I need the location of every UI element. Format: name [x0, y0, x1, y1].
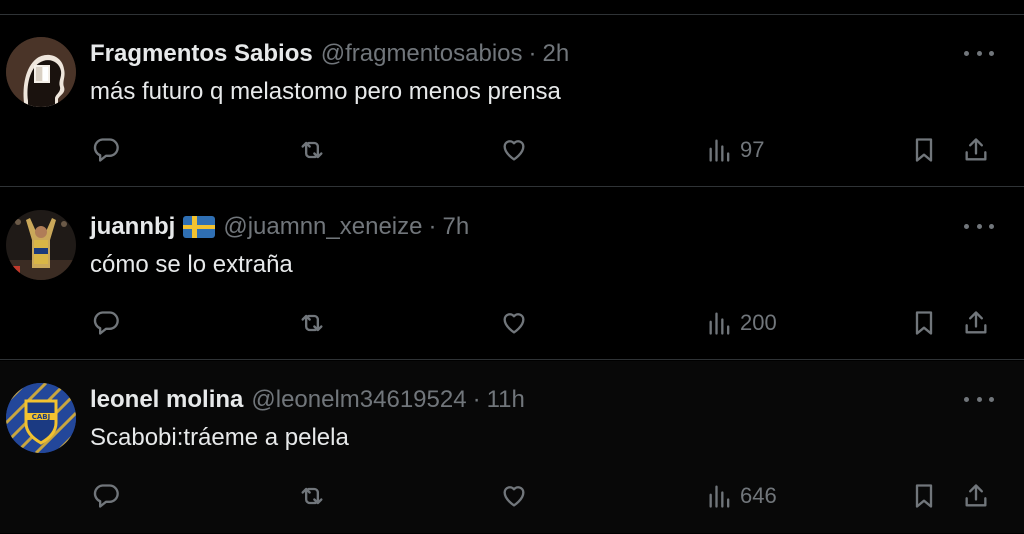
avatar[interactable]	[6, 37, 76, 107]
repost-icon	[301, 487, 323, 505]
reply-icon	[93, 138, 119, 162]
timestamp[interactable]: 2h	[543, 40, 570, 68]
repost-button[interactable]	[298, 479, 326, 513]
repost-icon	[301, 314, 323, 332]
divider	[0, 359, 1024, 360]
tweet-header: juannbj @juamnn_xeneize · 7h	[90, 210, 469, 244]
views-chart-icon	[709, 139, 730, 162]
share-icon	[965, 484, 987, 507]
svg-text:CABJ: CABJ	[32, 413, 51, 421]
bookmark-icon	[915, 311, 933, 335]
tweet-text: Scabobi:tráeme a pelela	[90, 424, 349, 451]
display-name[interactable]: Fragmentos Sabios	[90, 40, 313, 68]
share-icon	[965, 138, 987, 161]
view-count: 97	[740, 137, 765, 162]
bookmark-button[interactable]	[910, 479, 938, 513]
football-player-photo	[6, 210, 76, 280]
tweet-header: leonel molina @leonelm34619524 · 11h	[90, 383, 525, 417]
tweet-text: más futuro q melastomo pero menos prensa	[90, 78, 561, 105]
heart-icon	[503, 313, 525, 334]
reply-button[interactable]	[92, 133, 120, 167]
more-options-icon[interactable]	[964, 45, 994, 61]
timestamp[interactable]: 7h	[442, 213, 469, 241]
repost-button[interactable]	[298, 306, 326, 340]
avatar[interactable]: CABJ	[6, 383, 76, 453]
view-count: 646	[740, 483, 777, 508]
separator-dot: ·	[528, 40, 537, 67]
reply-button[interactable]	[92, 306, 120, 340]
more-options-icon[interactable]	[964, 391, 994, 407]
views-button[interactable]: 646	[706, 479, 777, 513]
share-button[interactable]	[962, 306, 990, 340]
views-chart-icon	[709, 485, 730, 508]
share-button[interactable]	[962, 133, 990, 167]
avatar[interactable]	[6, 210, 76, 280]
views-chart-icon	[709, 312, 730, 335]
divider	[0, 186, 1024, 187]
user-handle[interactable]: @leonelm34619524	[251, 386, 466, 414]
profile-silhouette-window-icon	[6, 37, 76, 107]
timestamp[interactable]: 11h	[487, 386, 525, 414]
timeline-feed: Fragmentos Sabios @fragmentosabios · 2h …	[0, 0, 1024, 534]
tweet[interactable]: CABJ leonel molina @leonelm34619524 · 11…	[0, 361, 1024, 533]
bookmark-icon	[915, 138, 933, 162]
separator-dot: ·	[428, 213, 437, 240]
bookmark-button[interactable]	[910, 133, 938, 167]
user-handle[interactable]: @juamnn_xeneize	[223, 213, 422, 241]
views-button[interactable]: 97	[706, 133, 764, 167]
views-button[interactable]: 200	[706, 306, 777, 340]
repost-button[interactable]	[298, 133, 326, 167]
tweet[interactable]: juannbj @juamnn_xeneize · 7h cómo se lo …	[0, 188, 1024, 360]
separator-dot: ·	[472, 386, 481, 413]
more-options-icon[interactable]	[964, 218, 994, 234]
like-button[interactable]	[500, 306, 528, 340]
reply-icon	[93, 484, 119, 508]
reply-button[interactable]	[92, 479, 120, 513]
view-count: 200	[740, 310, 777, 335]
heart-icon	[503, 140, 525, 161]
user-handle[interactable]: @fragmentosabios	[321, 40, 523, 68]
heart-icon	[503, 486, 525, 507]
bookmark-button[interactable]	[910, 306, 938, 340]
tweet-text: cómo se lo extraña	[90, 251, 293, 278]
repost-icon	[301, 141, 323, 159]
tweet[interactable]: Fragmentos Sabios @fragmentosabios · 2h …	[0, 15, 1024, 187]
share-button[interactable]	[962, 479, 990, 513]
cabj-crest-logo: CABJ	[6, 383, 76, 453]
reply-icon	[93, 311, 119, 335]
display-name[interactable]: leonel molina	[90, 386, 243, 414]
swedish-flag-icon	[183, 216, 216, 238]
like-button[interactable]	[500, 479, 528, 513]
tweet-header: Fragmentos Sabios @fragmentosabios · 2h	[90, 37, 569, 71]
bookmark-icon	[915, 484, 933, 508]
share-icon	[965, 311, 987, 334]
like-button[interactable]	[500, 133, 528, 167]
display-name[interactable]: juannbj	[90, 213, 175, 241]
